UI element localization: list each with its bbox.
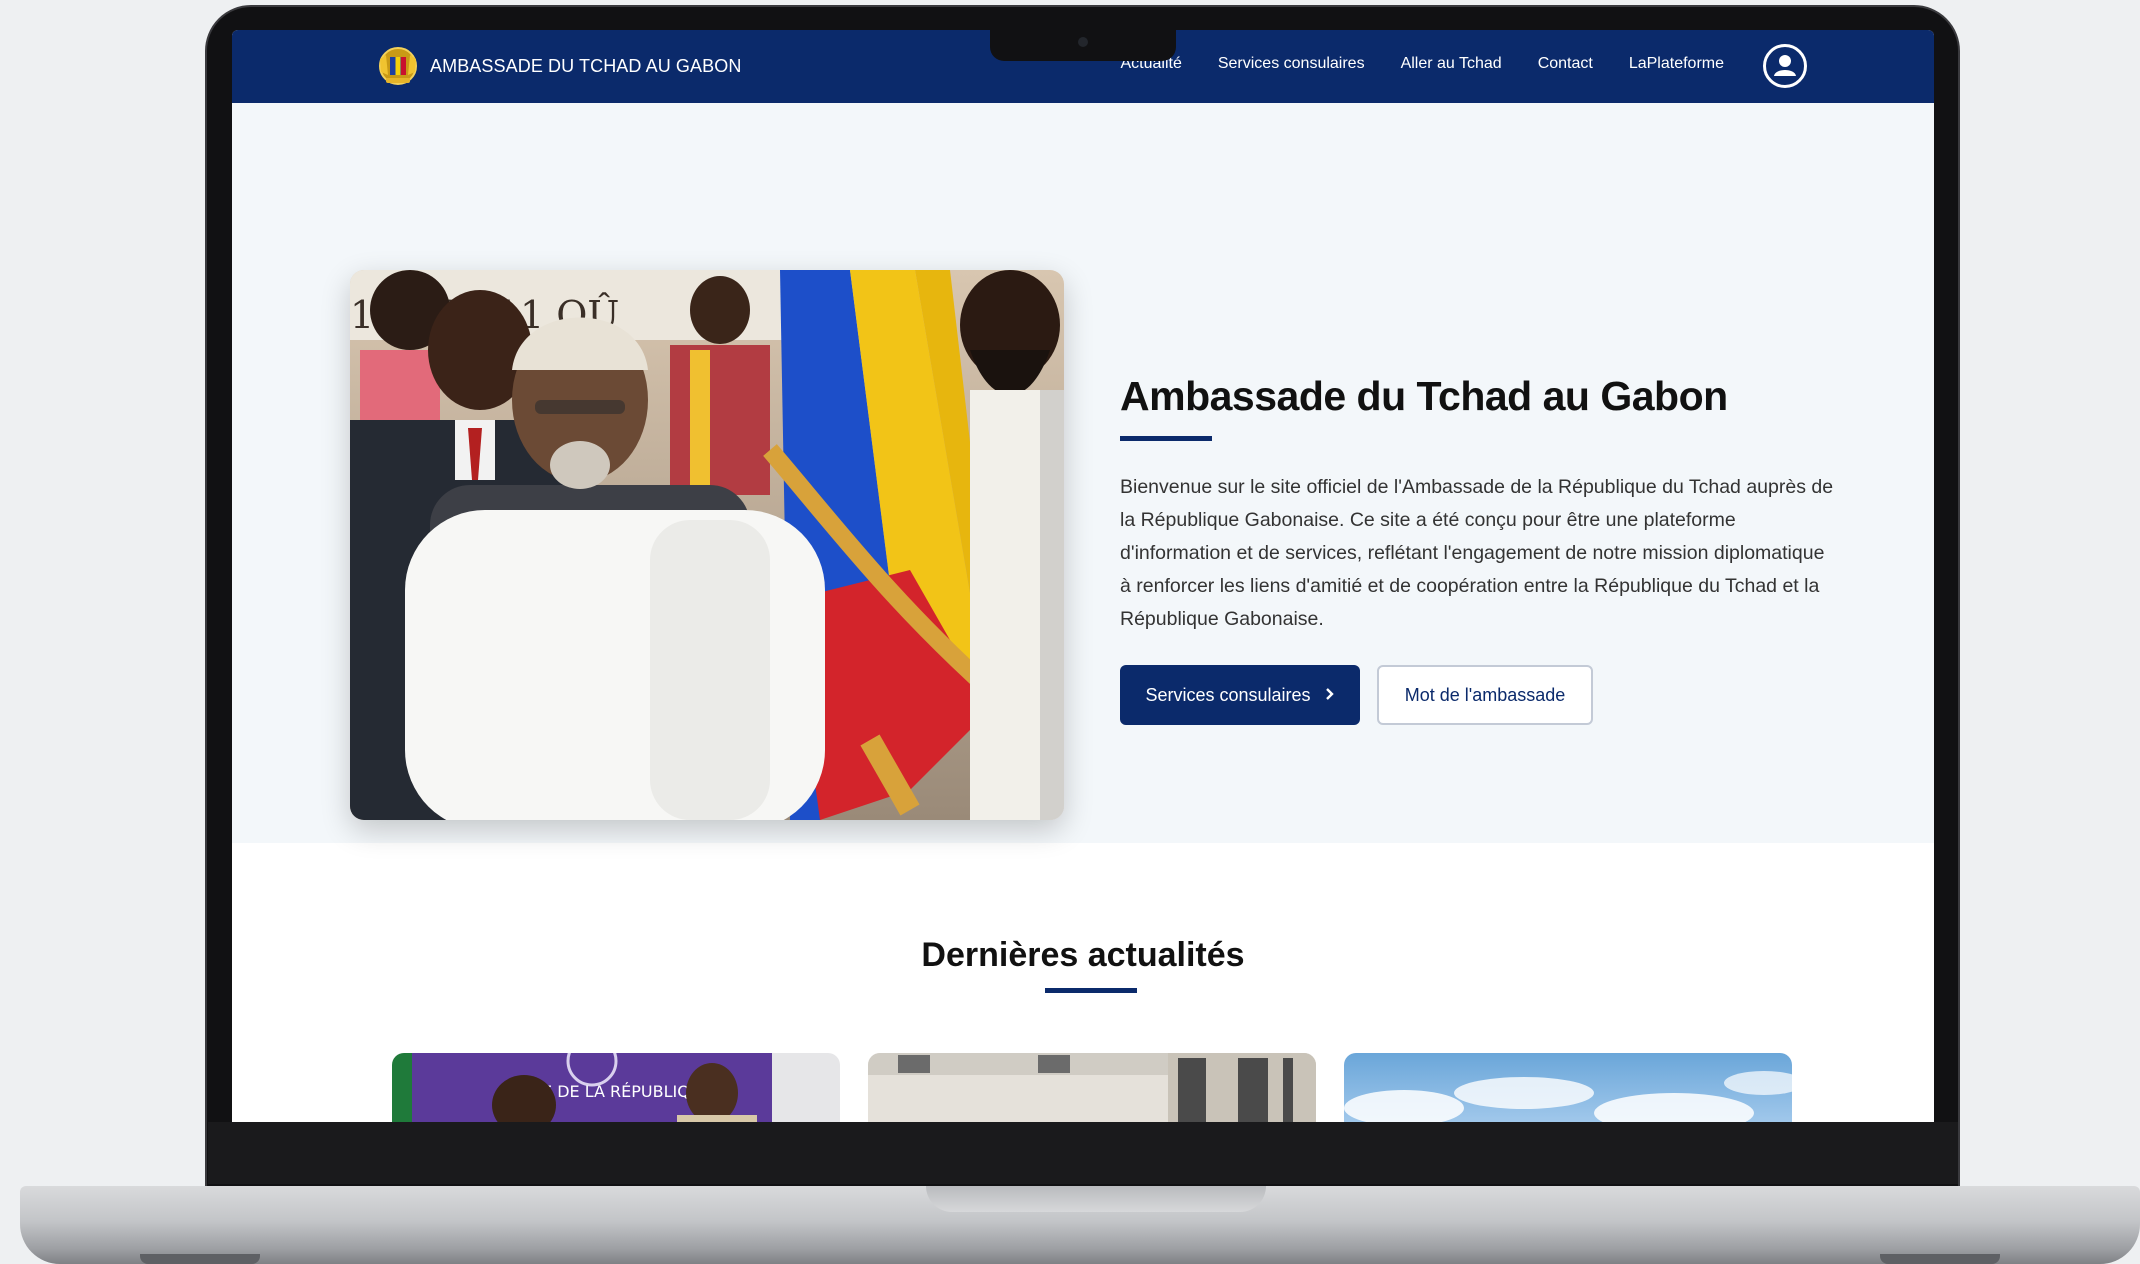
browser-screen: AMBASSADE DU TCHAD AU GABON Actualité Se… (232, 30, 1934, 1122)
hero-section: 1 1960-11 OÛ (232, 103, 1934, 843)
nav-item-laplateforme[interactable]: LaPlateforme (1629, 55, 1724, 73)
camera-notch (990, 27, 1176, 61)
chevron-right-icon (1325, 685, 1335, 706)
laptop-foot (1880, 1254, 2000, 1264)
mot-de-l-ambassade-button-label: Mot de l'ambassade (1404, 684, 1566, 705)
services-consulaires-button[interactable]: Services consulaires (1120, 665, 1360, 725)
hero-description: Bienvenue sur le site officiel de l'Amba… (1120, 476, 1834, 630)
coat-of-arms-icon (376, 45, 420, 87)
brand-name: AMBASSADE DU TCHAD AU GABON (430, 55, 742, 76)
main-menu: Actualité Services consulaires Aller au … (1120, 55, 1724, 73)
news-title-underline (1045, 988, 1137, 993)
news-card[interactable]: E DE LA RÉPUBLIQUE (392, 1053, 840, 1122)
nav-item-aller-au-tchad[interactable]: Aller au Tchad (1401, 55, 1502, 73)
nav-item-contact[interactable]: Contact (1538, 55, 1593, 73)
user-account-icon[interactable] (1763, 44, 1807, 88)
hero-title: Ambassade du Tchad au Gabon (1120, 373, 1728, 419)
news-card[interactable] (1344, 1053, 1792, 1122)
laptop-opening-notch (926, 1186, 1266, 1212)
nav-item-services-consulaires[interactable]: Services consulaires (1218, 55, 1365, 73)
laptop-chin (208, 1122, 1958, 1184)
camera-icon (1078, 37, 1088, 47)
laptop-base (20, 1186, 2140, 1264)
services-consulaires-button-label: Services consulaires (1145, 684, 1311, 705)
mot-de-l-ambassade-button[interactable]: Mot de l'ambassade (1377, 665, 1593, 725)
news-section-title: Dernières actualités (921, 936, 1245, 974)
laptop-foot (140, 1254, 260, 1264)
site-brand[interactable]: AMBASSADE DU TCHAD AU GABON (376, 45, 741, 87)
news-card[interactable] (868, 1053, 1316, 1122)
hero-photo: 1 1960-11 OÛ (350, 270, 1064, 820)
title-underline (1120, 436, 1212, 441)
